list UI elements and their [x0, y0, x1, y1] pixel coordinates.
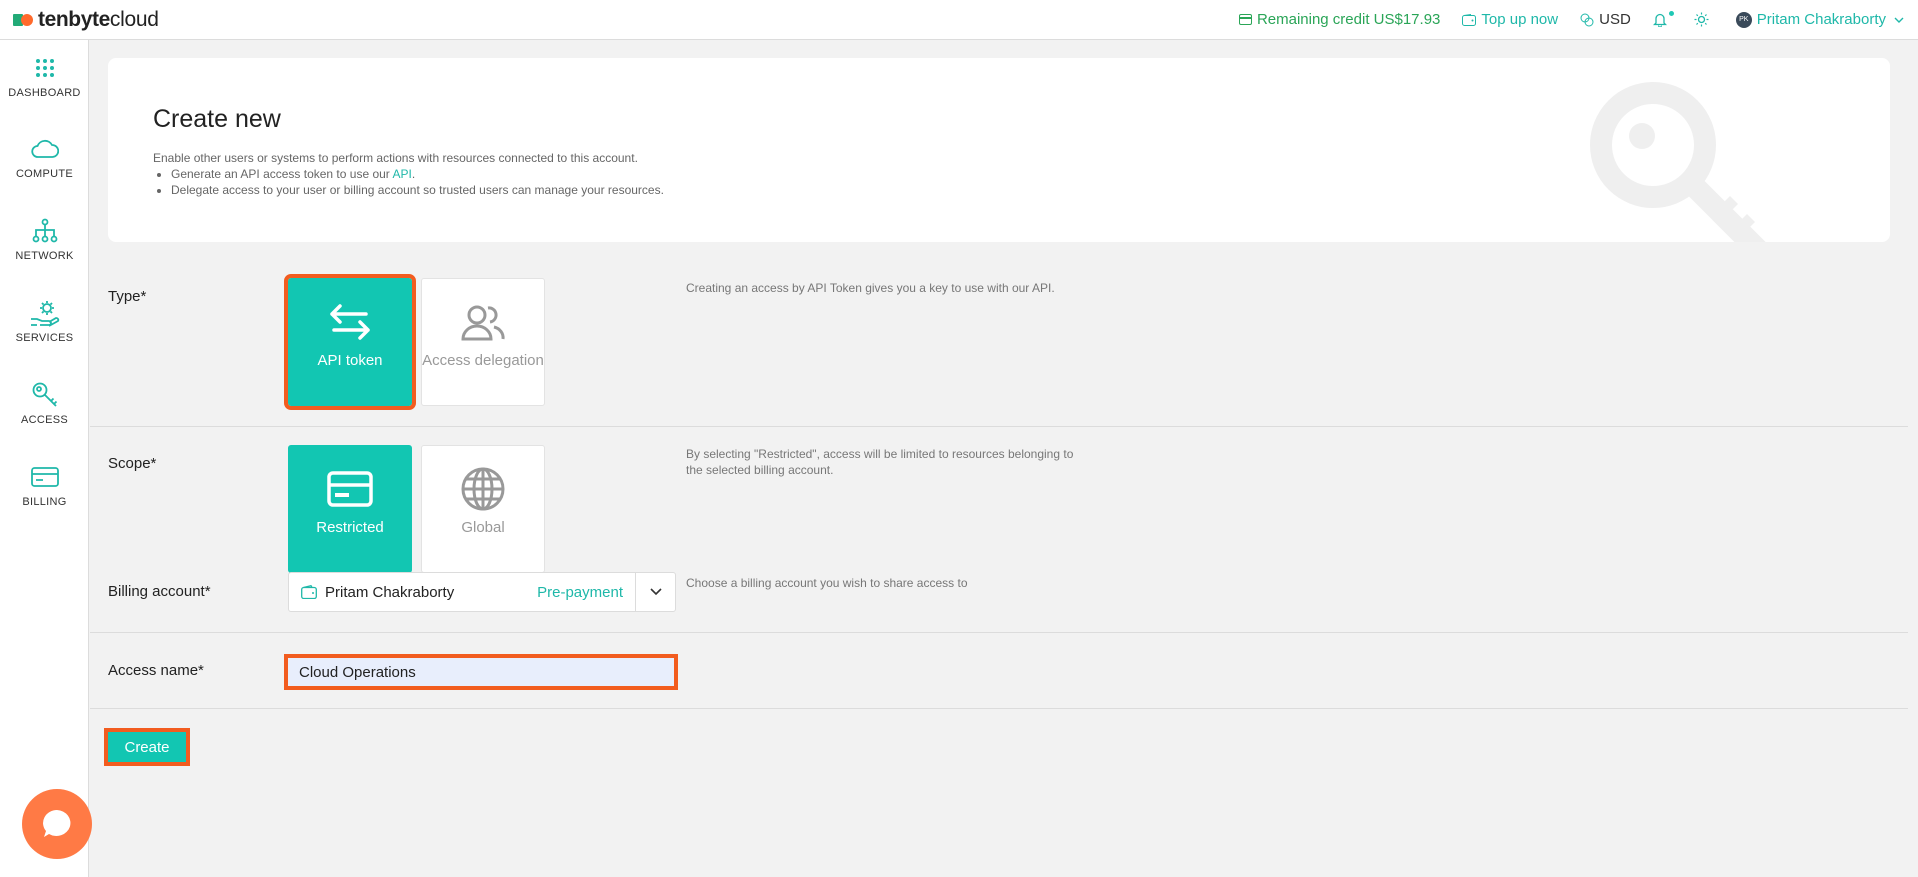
logo-text-primary: tenbyte: [38, 7, 110, 31]
user-name: Pritam Chakraborty: [1756, 11, 1886, 28]
bullet-text-suffix: .: [411, 167, 416, 181]
sidebar-item-compute[interactable]: COMPUTE: [0, 132, 89, 202]
type-option-access-delegation[interactable]: Access delegation: [421, 278, 545, 406]
grid-icon: [35, 51, 55, 85]
billing-account-select[interactable]: Pritam Chakraborty Pre-payment: [288, 572, 676, 612]
sidebar: DASHBOARD COMPUTE NETWORK SERVICES ACCES…: [0, 40, 89, 877]
chevron-down-icon: [1894, 17, 1904, 23]
section-divider: [90, 632, 1908, 633]
sidebar-item-services[interactable]: SERVICES: [0, 296, 89, 366]
access-name-label: Access name*: [108, 662, 204, 679]
credit-card-icon: [1238, 14, 1252, 25]
page-title: Create new: [153, 105, 281, 133]
currency-label: USD: [1599, 11, 1631, 28]
sidebar-item-label: ACCESS: [20, 414, 69, 426]
card-icon: [30, 460, 59, 494]
create-button[interactable]: Create: [108, 732, 186, 762]
tile-label: Global: [461, 519, 505, 536]
scope-option-global[interactable]: Global: [421, 445, 545, 573]
sidebar-item-network[interactable]: NETWORK: [0, 214, 89, 284]
type-label: Type*: [108, 288, 147, 305]
access-name-input[interactable]: [288, 658, 674, 686]
section-divider: [90, 426, 1908, 427]
theme-toggle[interactable]: [1694, 12, 1714, 27]
network-icon: [32, 214, 58, 248]
bullet-text: Generate an API access token to use our: [171, 167, 393, 181]
sidebar-item-label: DASHBOARD: [8, 87, 81, 99]
type-hint: Creating an access by API Token gives yo…: [686, 281, 1055, 295]
intro-text: Enable other users or systems to perform…: [153, 151, 638, 165]
tenbyte-logo[interactable]: tenbyte cloud: [13, 8, 159, 32]
sidebar-item-label: NETWORK: [15, 250, 74, 262]
top-up-link[interactable]: Top up now: [1462, 11, 1558, 28]
remaining-credit-text: Remaining credit US$17.93: [1256, 11, 1441, 28]
scope-option-restricted[interactable]: Restricted: [288, 445, 412, 573]
logo-mark-icon: [13, 12, 35, 28]
sidebar-item-label: COMPUTE: [15, 168, 74, 180]
create-button-wrapper: Create: [104, 728, 190, 766]
billing-account-name: Pritam Chakraborty: [325, 583, 455, 601]
arrows-swap-icon: [326, 299, 374, 345]
credit-card-icon: [327, 466, 373, 512]
logo-text-secondary: cloud: [109, 7, 159, 31]
top-bar: tenbyte cloud Remaining credit US$17.93 …: [0, 0, 1918, 40]
sidebar-item-access[interactable]: ACCESS: [0, 378, 89, 448]
currency-selector[interactable]: USD: [1580, 11, 1631, 28]
tile-label: API token: [317, 352, 383, 369]
user-menu[interactable]: PK Pritam Chakraborty: [1735, 11, 1904, 28]
chevron-down-icon[interactable]: [635, 573, 675, 611]
sidebar-item-label: SERVICES: [15, 332, 74, 344]
intro-card: Create new Enable other users or systems…: [108, 58, 1890, 242]
billing-account-label: Billing account*: [108, 583, 211, 600]
remaining-credit: Remaining credit US$17.93: [1238, 11, 1441, 28]
wallet-icon: [1462, 13, 1477, 26]
section-divider: [90, 708, 1908, 709]
key-watermark-icon: [1590, 82, 1766, 242]
chat-widget-button[interactable]: [22, 789, 92, 859]
type-option-api-token[interactable]: API token: [284, 274, 416, 410]
billing-account-type: Pre-payment: [537, 583, 623, 601]
users-icon: [460, 299, 506, 345]
tile-label: Restricted: [316, 519, 384, 536]
notification-dot: [1667, 10, 1675, 17]
scope-hint: By selecting "Restricted", access will b…: [686, 447, 1074, 477]
sun-icon: [1694, 12, 1709, 27]
services-icon: [29, 296, 61, 330]
intro-bullet-api: Generate an API access token to use our …: [171, 166, 664, 182]
key-icon: [31, 378, 59, 412]
tile-label: Access delegation: [422, 352, 544, 369]
scope-label: Scope*: [108, 455, 157, 472]
main-content: Create new Enable other users or systems…: [90, 40, 1918, 877]
intro-bullet-delegate: Delegate access to your user or billing …: [171, 182, 664, 198]
cloud-icon: [30, 132, 59, 166]
sidebar-item-label: BILLING: [22, 496, 67, 508]
wallet-icon: [301, 585, 317, 599]
intro-description: Enable other users or systems to perform…: [153, 150, 664, 198]
bell-icon: [1652, 13, 1667, 27]
sidebar-item-billing[interactable]: BILLING: [0, 460, 89, 530]
sidebar-item-dashboard[interactable]: DASHBOARD: [0, 51, 89, 121]
api-link[interactable]: API: [392, 167, 411, 181]
globe-icon: [460, 466, 506, 512]
notifications-button[interactable]: [1652, 10, 1675, 27]
chat-bubble-icon: [43, 810, 71, 837]
billing-account-hint: Choose a billing account you wish to sha…: [686, 576, 968, 590]
avatar: PK: [1735, 11, 1752, 28]
access-name-field-wrapper: [284, 654, 678, 690]
top-up-label: Top up now: [1481, 11, 1559, 28]
coins-icon: [1580, 13, 1594, 26]
